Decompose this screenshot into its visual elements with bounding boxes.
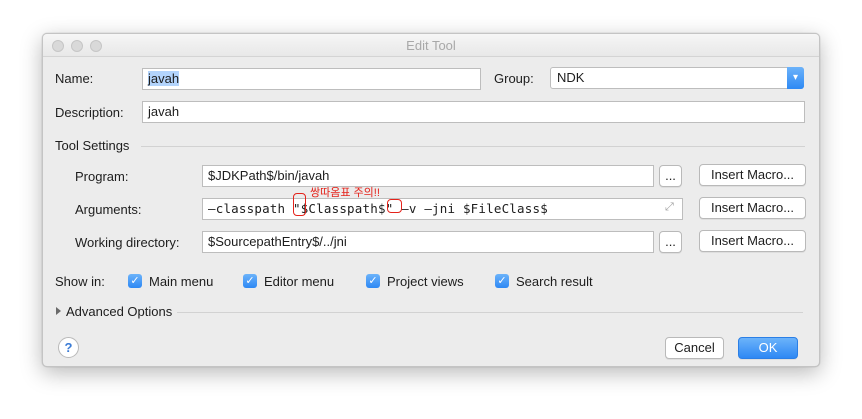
working-directory-input[interactable]: $SourcepathEntry$/../jni — [202, 231, 654, 253]
program-input[interactable]: $JDKPath$/bin/javah — [202, 165, 654, 187]
section-divider — [141, 146, 805, 147]
main-menu-label: Main menu — [149, 274, 214, 289]
project-views-label: Project views — [387, 274, 464, 289]
working-directory-insert-macro-button[interactable]: Insert Macro... — [699, 230, 806, 252]
help-button[interactable]: ? — [58, 337, 79, 358]
disclosure-triangle-icon[interactable] — [56, 307, 61, 315]
project-views-checkbox[interactable]: ✓ — [366, 274, 380, 288]
advanced-options-toggle[interactable]: Advanced Options — [66, 304, 172, 319]
name-input[interactable]: javah — [142, 68, 481, 90]
edit-tool-dialog: Edit Tool Name: javah Group: NDK ▾ Descr… — [42, 33, 820, 367]
search-result-label: Search result — [516, 274, 593, 289]
chevron-down-icon[interactable]: ▾ — [787, 67, 804, 89]
group-label: Group: — [494, 71, 534, 86]
arguments-insert-macro-button[interactable]: Insert Macro... — [699, 197, 806, 219]
name-value: javah — [148, 71, 180, 86]
description-input[interactable]: javah — [142, 101, 805, 123]
name-label: Name: — [55, 71, 94, 86]
window-title: Edit Tool — [406, 38, 456, 53]
ok-button[interactable]: OK — [738, 337, 798, 359]
annotation-box-right — [387, 199, 402, 213]
tool-settings-title: Tool Settings — [55, 138, 130, 153]
editor-menu-checkbox[interactable]: ✓ — [243, 274, 257, 288]
advanced-divider — [177, 312, 803, 313]
working-directory-label: Working directory: — [75, 235, 180, 250]
editor-menu-label: Editor menu — [264, 274, 335, 289]
program-label: Program: — [75, 169, 129, 184]
expand-icon[interactable]: ⤢ — [665, 201, 674, 214]
title-bar: Edit Tool — [43, 34, 819, 57]
working-directory-browse-button[interactable]: ... — [659, 231, 682, 253]
arguments-input[interactable]: —classpath "$Classpath$" —v —jni $FileCl… — [202, 198, 683, 220]
annotation-note: 쌍따옴표 주의!! — [310, 187, 380, 199]
description-label: Description: — [55, 105, 124, 120]
group-value: NDK — [557, 70, 585, 85]
arguments-label: Arguments: — [75, 202, 142, 217]
search-result-checkbox[interactable]: ✓ — [495, 274, 509, 288]
show-in-label: Show in: — [55, 274, 105, 289]
program-insert-macro-button[interactable]: Insert Macro... — [699, 164, 806, 186]
cancel-button[interactable]: Cancel — [665, 337, 724, 359]
main-menu-checkbox[interactable]: ✓ — [128, 274, 142, 288]
annotation-box-left — [293, 193, 306, 216]
program-browse-button[interactable]: ... — [659, 165, 682, 187]
group-select[interactable]: NDK ▾ — [550, 67, 804, 89]
